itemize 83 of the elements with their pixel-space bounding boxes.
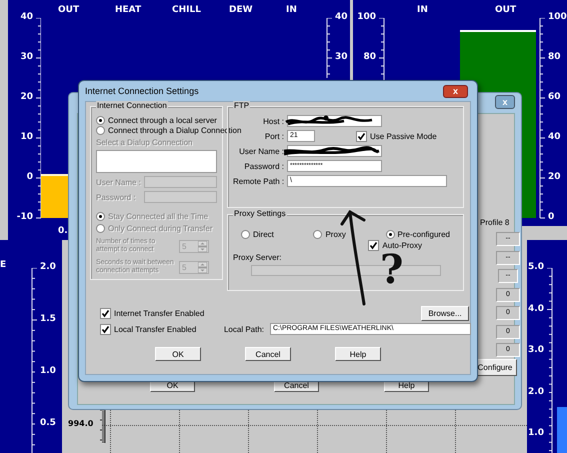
option-label: Connect through a Dialup Connection bbox=[108, 126, 242, 135]
radio-button[interactable] bbox=[313, 230, 322, 239]
field-label: Local Path: bbox=[222, 324, 265, 334]
column-heading: OUT bbox=[495, 5, 516, 15]
option-label: Pre-configured bbox=[398, 230, 450, 239]
axis-label: 5.0 bbox=[528, 262, 544, 272]
axis-label: 0.5 bbox=[40, 418, 56, 428]
axis-label: 2.0 bbox=[528, 386, 544, 396]
axis-line bbox=[100, 410, 106, 444]
field-label: User Name : bbox=[96, 178, 142, 186]
column-heading: IN bbox=[417, 5, 428, 15]
profile-label: Profile 8 bbox=[480, 218, 510, 227]
axis-label: 0 bbox=[548, 212, 554, 222]
option-label: Direct bbox=[253, 230, 274, 239]
option-label: Internet Transfer Enabled bbox=[114, 308, 204, 318]
axis-label: 80 bbox=[548, 52, 561, 62]
column-heading: DEW bbox=[229, 5, 253, 15]
option-label: Local Transfer Enabled bbox=[114, 324, 196, 334]
question-mark: ? bbox=[380, 250, 404, 290]
browse-button[interactable]: Browse... bbox=[421, 306, 469, 320]
radio-button[interactable] bbox=[96, 126, 105, 135]
option-label: Connect through a local server bbox=[108, 116, 217, 125]
option-label: Proxy bbox=[325, 230, 346, 239]
axis-label: 1.0 bbox=[528, 428, 544, 438]
field-label: Password : bbox=[243, 162, 284, 170]
axis-line bbox=[326, 18, 332, 79]
axis-label: 20 bbox=[548, 172, 561, 182]
group-title: Internet Connection bbox=[96, 101, 168, 110]
window-title: Internet Connection Settings bbox=[85, 86, 199, 96]
axis-label: 994.0 bbox=[68, 419, 94, 428]
axis-label: 40 bbox=[548, 132, 561, 142]
field-label: Host : bbox=[262, 116, 284, 126]
axis-label: 80 bbox=[363, 52, 376, 62]
axis-label: 2.0 bbox=[40, 262, 56, 272]
axis-label: 0 bbox=[26, 172, 33, 182]
column-heading: IN bbox=[286, 5, 297, 15]
axis-label: 10 bbox=[20, 132, 33, 142]
axis-label: 40 bbox=[20, 12, 33, 22]
group-title: FTP bbox=[233, 101, 250, 110]
axis-label: 60 bbox=[548, 92, 561, 102]
field-label: Port : bbox=[264, 132, 284, 140]
field-label: Proxy Server: bbox=[233, 253, 282, 262]
spin-arrows-icon bbox=[198, 262, 207, 272]
checkbox[interactable] bbox=[100, 308, 111, 318]
list-box[interactable] bbox=[96, 150, 217, 173]
field-label: Select a Dialup Connection bbox=[96, 138, 194, 147]
axis-label: 20 bbox=[20, 92, 33, 102]
axis-label: 100 bbox=[357, 12, 376, 22]
button[interactable]: Cancel bbox=[245, 347, 291, 361]
column-heading: OUT bbox=[58, 5, 80, 15]
axis-label: 40 bbox=[335, 12, 348, 22]
axis-label: 3.0 bbox=[528, 345, 544, 355]
spin-arrows-icon bbox=[198, 240, 207, 252]
checkbox[interactable] bbox=[356, 130, 367, 142]
column-heading: CHILL bbox=[172, 5, 201, 15]
option-label: Use Passive Mode bbox=[370, 132, 437, 140]
radio-button[interactable] bbox=[96, 116, 105, 125]
checkbox[interactable] bbox=[368, 240, 380, 251]
field-label: Password : bbox=[96, 192, 137, 202]
axis-label: 1.5 bbox=[40, 314, 56, 324]
radio-button[interactable] bbox=[241, 230, 250, 239]
axis-label: -10 bbox=[16, 212, 33, 222]
radio-button[interactable] bbox=[386, 230, 394, 239]
axis-label: 4.0 bbox=[528, 304, 544, 314]
axis-label: 30 bbox=[335, 52, 348, 62]
checkbox[interactable] bbox=[100, 324, 111, 334]
field-label: Remote Path : bbox=[233, 176, 284, 186]
button[interactable]: OK bbox=[155, 347, 201, 361]
bar-reading: 0. bbox=[58, 226, 68, 236]
option-label: Auto-Proxy bbox=[382, 241, 422, 250]
axis-label: 100 bbox=[548, 12, 567, 22]
text-field[interactable] bbox=[144, 191, 217, 203]
close-button[interactable]: x bbox=[443, 84, 468, 98]
axis-label: 1.0 bbox=[40, 366, 56, 376]
axis-label: 30 bbox=[20, 52, 33, 62]
option-label: Only Connect during Transfer bbox=[108, 224, 212, 233]
text-field[interactable] bbox=[144, 176, 217, 188]
option-label: Stay Connected all the Time bbox=[108, 212, 208, 221]
group-title: Proxy Settings bbox=[233, 209, 287, 218]
column-heading: HEAT bbox=[115, 5, 142, 15]
field-label: User Name : bbox=[238, 146, 284, 156]
button[interactable]: Help bbox=[335, 347, 381, 361]
column-heading: E bbox=[0, 260, 6, 270]
